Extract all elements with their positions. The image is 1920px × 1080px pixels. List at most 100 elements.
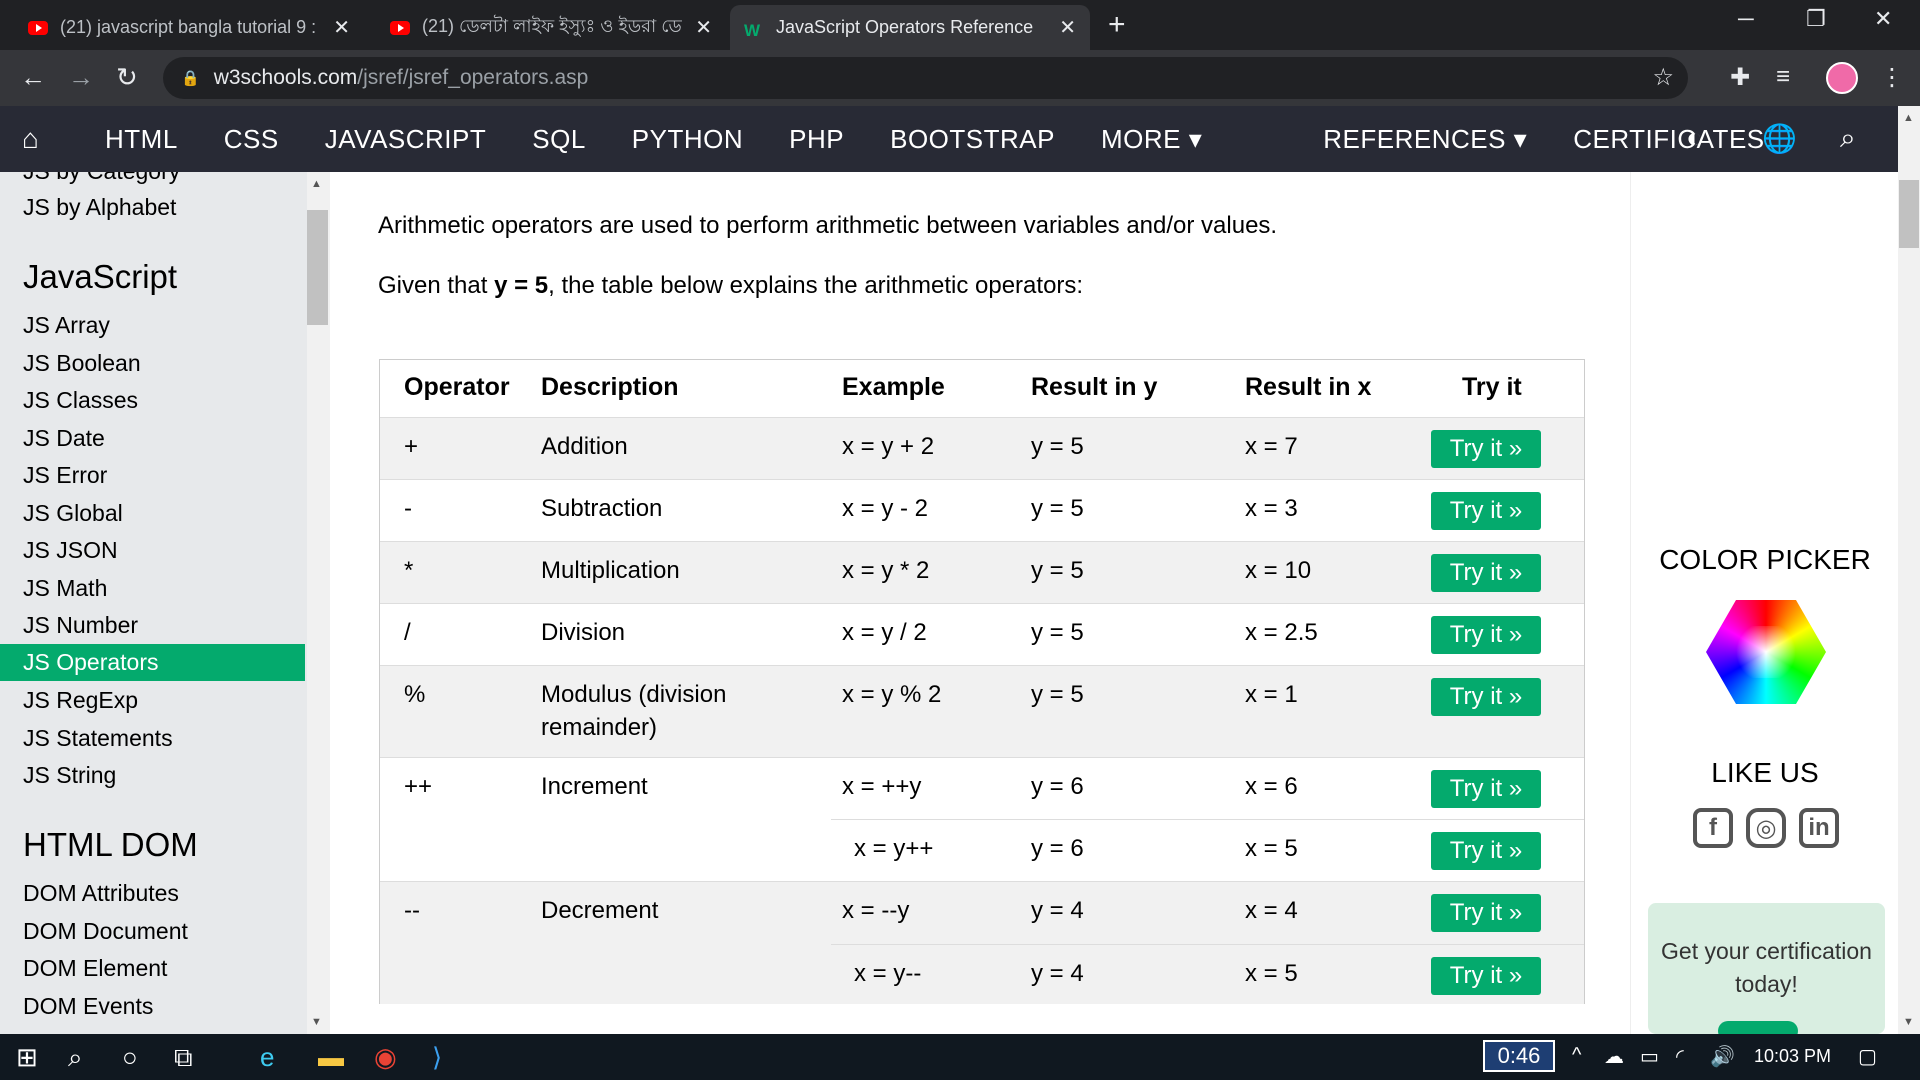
- scroll-down-icon[interactable]: ▼: [1903, 1016, 1914, 1028]
- task-view-icon[interactable]: ⧉: [174, 1042, 193, 1074]
- given-bold: y = 5: [494, 272, 549, 299]
- sidebar-item[interactable]: JS Array: [23, 312, 110, 339]
- reload-icon[interactable]: ↻: [116, 62, 138, 93]
- sidebar-item[interactable]: JS Boolean: [23, 350, 141, 377]
- browser-tab-strip: (21) javascript bangla tutorial 9 : ✕ (2…: [0, 0, 1920, 50]
- sidebar-item[interactable]: JS Statements: [23, 725, 173, 752]
- extensions-icon[interactable]: ✚: [1730, 63, 1750, 92]
- battery-icon[interactable]: ▭: [1640, 1044, 1659, 1069]
- try-it-button[interactable]: Try it »: [1431, 616, 1541, 654]
- new-tab-button[interactable]: +: [1108, 8, 1126, 42]
- nav-css[interactable]: CSS: [201, 124, 302, 155]
- globe-icon[interactable]: 🌐: [1762, 122, 1797, 155]
- example-cell: x = y % 2: [842, 681, 942, 708]
- sidebar-item[interactable]: DOM Events: [23, 993, 153, 1020]
- sidebar-item[interactable]: JS by Category: [23, 172, 180, 185]
- home-icon[interactable]: ⌂: [22, 123, 82, 155]
- table-header: Operator Description Example Result in y…: [380, 360, 1584, 418]
- example-cell: x = --y: [842, 897, 910, 924]
- notifications-icon[interactable]: ▢: [1858, 1044, 1877, 1069]
- search-icon[interactable]: ⌕: [1840, 122, 1856, 155]
- sidebar-item[interactable]: JS Classes: [23, 387, 138, 414]
- scroll-up-icon[interactable]: ▲: [311, 178, 322, 190]
- sidebar-item[interactable]: JS Error: [23, 462, 107, 489]
- try-it-button[interactable]: Try it »: [1431, 770, 1541, 808]
- page-scroll-thumb[interactable]: [1899, 180, 1919, 248]
- timer-display[interactable]: 0:46: [1483, 1040, 1555, 1072]
- vscode-icon[interactable]: ⟩: [432, 1042, 442, 1073]
- nav-more[interactable]: MORE ▾: [1078, 124, 1225, 155]
- sidebar-item[interactable]: JS JSON: [23, 537, 118, 564]
- nav-php[interactable]: PHP: [766, 124, 867, 155]
- scroll-up-icon[interactable]: ▲: [1903, 112, 1914, 124]
- sidebar: JS by Category JS by Alphabet JavaScript…: [0, 172, 330, 1034]
- close-window-icon[interactable]: ✕: [1874, 6, 1892, 32]
- profile-avatar[interactable]: [1826, 62, 1858, 94]
- nav-html[interactable]: HTML: [82, 124, 201, 155]
- edge-icon[interactable]: e: [260, 1042, 274, 1073]
- back-icon[interactable]: ←: [20, 62, 46, 93]
- minimize-icon[interactable]: ─: [1738, 6, 1754, 32]
- cortana-icon[interactable]: ○: [122, 1042, 138, 1073]
- sidebar-item[interactable]: JS by Alphabet: [23, 194, 176, 221]
- file-explorer-icon[interactable]: ▬: [318, 1042, 344, 1073]
- header-cell: Example: [842, 373, 945, 401]
- try-it-button[interactable]: Try it »: [1431, 894, 1541, 932]
- sidebar-item[interactable]: JS Number: [23, 612, 138, 639]
- chrome-icon[interactable]: ◉: [374, 1042, 397, 1073]
- scroll-down-icon[interactable]: ▼: [311, 1016, 322, 1028]
- nav-javascript[interactable]: JAVASCRIPT: [302, 124, 510, 155]
- forward-icon[interactable]: →: [68, 62, 94, 93]
- restore-icon[interactable]: ❐: [1806, 6, 1826, 32]
- sidebar-item[interactable]: JS Global: [23, 500, 123, 527]
- sidebar-item[interactable]: JS Math: [23, 575, 107, 602]
- sidebar-heading: HTML DOM: [23, 826, 198, 863]
- close-tab-icon[interactable]: ✕: [695, 15, 712, 40]
- try-it-button[interactable]: Try it »: [1431, 430, 1541, 468]
- media-control-icon[interactable]: ≡: [1776, 63, 1790, 91]
- sidebar-item[interactable]: DOM Attributes: [23, 880, 179, 907]
- facebook-icon[interactable]: f: [1693, 808, 1733, 848]
- search-icon[interactable]: ⌕: [68, 1042, 83, 1074]
- sidebar-item[interactable]: DOM Element: [23, 955, 167, 982]
- nav-references[interactable]: REFERENCES ▾: [1300, 124, 1550, 155]
- description-cell: Division: [541, 619, 626, 646]
- linkedin-icon[interactable]: in: [1799, 808, 1839, 848]
- browser-tab[interactable]: (21) ডেলটা লাইফ ইস্যুঃ ও ইডরা ডে ✕: [376, 5, 726, 50]
- browser-tab-active[interactable]: W JavaScript Operators Reference ✕: [730, 5, 1090, 50]
- address-bar[interactable]: 🔒 w3schools.com /jsref/jsref_operators.a…: [163, 57, 1688, 99]
- nav-bootstrap[interactable]: BOOTSTRAP: [867, 124, 1078, 155]
- operator-cell: /: [404, 619, 411, 646]
- header-cell: Result in y: [1031, 373, 1158, 401]
- sidebar-item[interactable]: JS String: [23, 762, 116, 789]
- nav-python[interactable]: PYTHON: [609, 124, 766, 155]
- result-y-cell: y = 5: [1031, 495, 1084, 522]
- sidebar-scroll-thumb[interactable]: [307, 210, 328, 325]
- color-picker-icon[interactable]: [1706, 600, 1826, 704]
- try-it-button[interactable]: Try it »: [1431, 957, 1541, 995]
- try-it-button[interactable]: Try it »: [1431, 554, 1541, 592]
- try-it-button[interactable]: Try it »: [1431, 492, 1541, 530]
- onedrive-icon[interactable]: ☁: [1604, 1044, 1624, 1069]
- close-tab-icon[interactable]: ✕: [333, 15, 350, 40]
- close-tab-icon[interactable]: ✕: [1059, 15, 1076, 40]
- try-it-button[interactable]: Try it »: [1431, 832, 1541, 870]
- sidebar-item[interactable]: DOM Document: [23, 918, 188, 945]
- certification-box[interactable]: Get your certification today!: [1648, 903, 1885, 1041]
- browser-tab[interactable]: (21) javascript bangla tutorial 9 : ✕: [14, 5, 364, 50]
- windows-start-icon[interactable]: ⊞: [16, 1042, 38, 1073]
- system-clock[interactable]: 10:03 PM: [1754, 1046, 1831, 1067]
- bookmark-star-icon[interactable]: ☆: [1652, 63, 1674, 92]
- volume-icon[interactable]: 🔊: [1710, 1044, 1735, 1069]
- sidebar-item[interactable]: JS RegExp: [23, 687, 138, 714]
- dark-mode-icon[interactable]: ◐: [1686, 122, 1703, 154]
- sidebar-item[interactable]: JS Date: [23, 425, 105, 452]
- sidebar-item-active[interactable]: JS Operators: [0, 644, 305, 681]
- try-it-button[interactable]: Try it »: [1431, 678, 1541, 716]
- instagram-icon[interactable]: ◎: [1746, 808, 1786, 848]
- menu-icon[interactable]: ⋮: [1880, 63, 1904, 92]
- nav-sql[interactable]: SQL: [509, 124, 609, 155]
- tray-chevron-icon[interactable]: ^: [1572, 1044, 1581, 1067]
- nav-certificates[interactable]: CERTIFICATES: [1550, 124, 1787, 155]
- wifi-icon[interactable]: ◜: [1676, 1044, 1684, 1069]
